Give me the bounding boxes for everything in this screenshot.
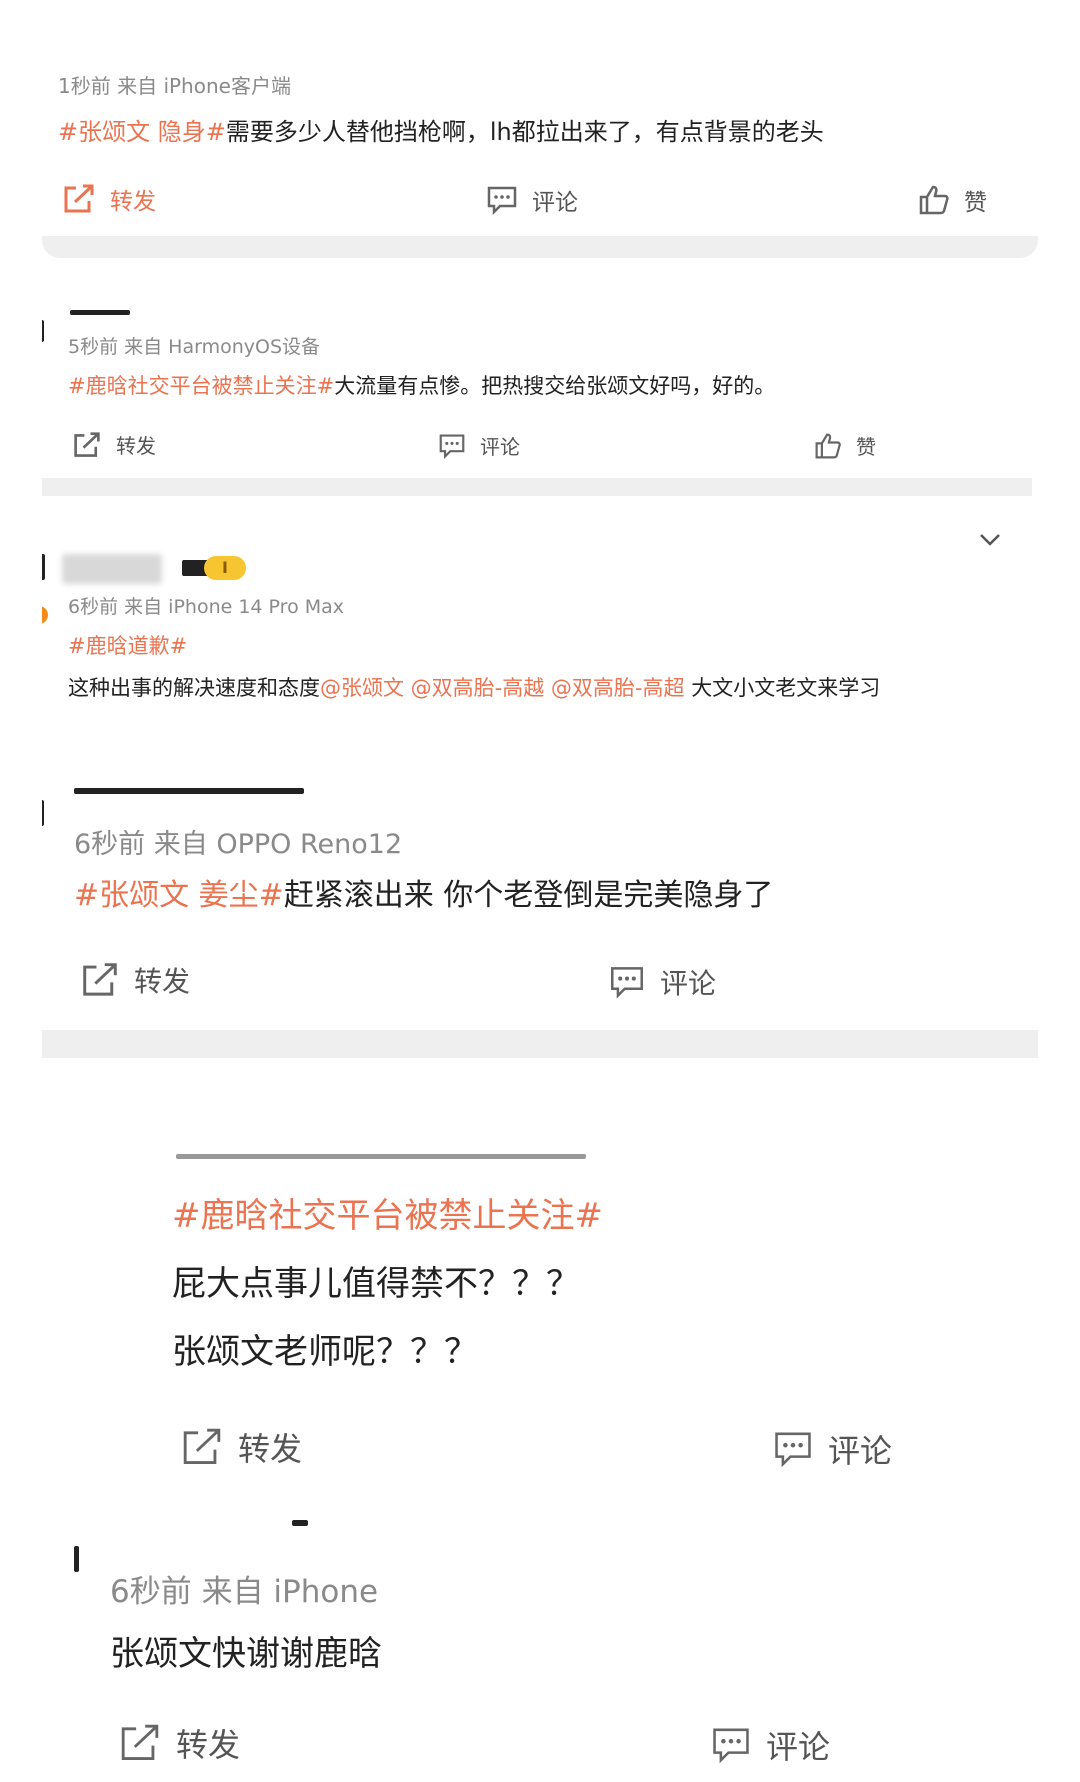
avatar-fragment bbox=[42, 800, 44, 826]
post-card-4: 6秒前 来自 OPPO Reno12 #张颂文 姜尘#赶紧滚出来 你个老登倒是完… bbox=[42, 770, 1038, 1022]
comment-icon bbox=[439, 434, 465, 459]
hashtag-link[interactable]: #鹿晗道歉# bbox=[68, 630, 187, 660]
post-content: #张颂文 隐身#需要多少人替他挡枪啊，lh都拉出来了，有点背景的老头 bbox=[58, 112, 824, 147]
meta-fragment bbox=[176, 1154, 586, 1159]
separator bbox=[42, 1030, 1038, 1058]
hashtag-link[interactable]: #张颂文 姜尘# bbox=[74, 878, 284, 913]
post-text: 这种出事的解决速度和态度 bbox=[68, 676, 320, 700]
avatar-fragment bbox=[74, 1546, 79, 1572]
comment-label: 评论 bbox=[660, 967, 717, 1000]
like-label: 赞 bbox=[856, 435, 876, 459]
post-meta: 6秒前 来自 OPPO Reno12 bbox=[74, 829, 403, 860]
share-icon bbox=[64, 184, 94, 213]
share-icon bbox=[83, 963, 117, 996]
post-meta: 1秒前 来自 iPhone客户端 bbox=[58, 74, 291, 98]
post-card-1: 1秒前 来自 iPhone客户端 #张颂文 隐身#需要多少人替他挡枪啊，lh都拉… bbox=[0, 0, 1080, 258]
share-icon bbox=[74, 431, 100, 457]
post-meta: 6秒前 来自 iPhone 14 Pro Max bbox=[68, 596, 345, 618]
hashtag-link[interactable]: #鹿晗社交平台被禁止关注# bbox=[68, 374, 334, 398]
post-text: 需要多少人替他挡枪啊，lh都拉出来了，有点背景的老头 bbox=[225, 118, 824, 146]
comment-button[interactable]: 评论 bbox=[608, 962, 716, 1002]
hashtag-link[interactable]: #鹿晗社交平台被禁止关注# bbox=[172, 1188, 603, 1237]
share-icon bbox=[121, 1724, 159, 1760]
like-button[interactable]: 赞 bbox=[918, 183, 987, 217]
post-card-5: #鹿晗社交平台被禁止关注# 屁大点事儿值得禁不？？？ 张颂文老师呢？？？ 转发 … bbox=[0, 1058, 1080, 1490]
repost-button[interactable]: 转发 bbox=[62, 182, 156, 216]
post-text: 大流量有点惨。把热搜交给张颂文好吗，好的。 bbox=[334, 374, 776, 398]
post-meta: 6秒前 来自 iPhone bbox=[110, 1574, 379, 1610]
comment-icon bbox=[611, 967, 643, 999]
comment-icon bbox=[713, 1728, 749, 1764]
comment-label: 评论 bbox=[480, 435, 520, 459]
comment-icon bbox=[487, 186, 517, 215]
comment-button[interactable]: 评论 bbox=[710, 1722, 830, 1768]
username-fragment bbox=[292, 1520, 308, 1526]
repost-label: 转发 bbox=[134, 965, 191, 998]
username-blurred bbox=[62, 554, 162, 584]
repost-button[interactable]: 转发 bbox=[80, 960, 190, 1000]
username-fragment bbox=[74, 788, 304, 794]
post-content: 这种出事的解决速度和态度@张颂文 @双高胎-高越 @双高胎-高超 大文小文老文来… bbox=[68, 672, 880, 702]
mention-links[interactable]: @张颂文 @双高胎-高越 @双高胎-高超 bbox=[320, 676, 685, 700]
repost-label: 转发 bbox=[238, 1430, 303, 1468]
comment-label: 评论 bbox=[766, 1728, 831, 1766]
post-card-6: 6秒前 来自 iPhone 张颂文快谢谢鹿晗 转发 评论 bbox=[0, 1520, 1080, 1782]
like-button[interactable]: 赞 bbox=[814, 431, 876, 460]
comment-label: 评论 bbox=[532, 190, 578, 216]
comment-icon bbox=[775, 1432, 811, 1468]
post-content: #张颂文 姜尘#赶紧滚出来 你个老登倒是完美隐身了 bbox=[74, 870, 773, 914]
comment-label: 评论 bbox=[828, 1432, 893, 1470]
comment-button[interactable]: 评论 bbox=[438, 431, 520, 460]
hashtag-link[interactable]: #张颂文 隐身# bbox=[58, 118, 226, 146]
post-card-3: I 6秒前 来自 iPhone 14 Pro Max #鹿晗道歉# 这种出事的解… bbox=[42, 502, 1032, 712]
avatar-badge-fragment bbox=[42, 606, 48, 624]
comment-button[interactable]: 评论 bbox=[486, 183, 578, 217]
username-fragment bbox=[70, 310, 130, 315]
post-meta: 5秒前 来自 HarmonyOS设备 bbox=[68, 336, 321, 358]
post-text-tail: 大文小文老文来学习 bbox=[684, 676, 881, 700]
post-text: 赶紧滚出来 你个老登倒是完美隐身了 bbox=[283, 878, 774, 913]
repost-button[interactable]: 转发 bbox=[72, 430, 156, 459]
chevron-down-icon[interactable] bbox=[978, 532, 1002, 548]
avatar-fragment bbox=[42, 554, 45, 580]
comment-button[interactable]: 评论 bbox=[772, 1426, 892, 1472]
post-text-line-1: 屁大点事儿值得禁不？？？ bbox=[172, 1264, 580, 1304]
repost-button[interactable]: 转发 bbox=[180, 1424, 302, 1470]
post-text-line-2: 张颂文老师呢？？？ bbox=[172, 1332, 478, 1372]
repost-label: 转发 bbox=[110, 189, 156, 215]
like-label: 赞 bbox=[964, 190, 987, 216]
separator bbox=[42, 478, 1032, 496]
post-text: 张颂文快谢谢鹿晗 bbox=[110, 1634, 382, 1674]
post-card-2: 5秒前 来自 HarmonyOS设备 #鹿晗社交平台被禁止关注#大流量有点惨。把… bbox=[42, 300, 1032, 476]
repost-label: 转发 bbox=[116, 434, 156, 458]
share-icon bbox=[183, 1428, 221, 1464]
thumbs-up-icon bbox=[815, 433, 841, 458]
vip-badge: I bbox=[204, 556, 246, 580]
thumbs-up-icon bbox=[919, 185, 949, 215]
repost-label: 转发 bbox=[176, 1726, 241, 1764]
repost-button[interactable]: 转发 bbox=[118, 1720, 240, 1766]
separator bbox=[42, 236, 1038, 258]
avatar-fragment bbox=[42, 320, 44, 342]
post-content: #鹿晗社交平台被禁止关注#大流量有点惨。把热搜交给张颂文好吗，好的。 bbox=[68, 370, 775, 400]
